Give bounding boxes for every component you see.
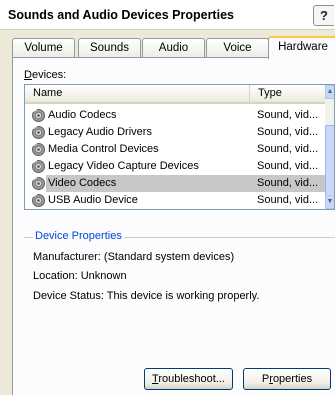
speaker-icon bbox=[32, 143, 45, 156]
tab-voice[interactable]: Voice bbox=[206, 38, 269, 58]
device-row[interactable]: Audio Codecs Sound, vid... bbox=[25, 107, 325, 124]
tab-volume[interactable]: Volume bbox=[12, 38, 75, 58]
device-status-text: Device Status: This device is working pr… bbox=[33, 290, 260, 302]
scroll-down-button[interactable]: ▼ bbox=[325, 195, 334, 209]
device-row[interactable]: Media Control Devices Sound, vid... bbox=[25, 141, 325, 158]
speaker-icon bbox=[32, 177, 45, 190]
device-name: USB Audio Device bbox=[48, 194, 138, 206]
device-properties-title: Device Properties bbox=[33, 230, 124, 242]
devices-list[interactable]: Name Type Audio Codecs Sound, vid... Legac… bbox=[24, 84, 335, 210]
devices-list-header: Name Type bbox=[25, 85, 325, 104]
manufacturer-text: Manufacturer: (Standard system devices) bbox=[33, 251, 235, 263]
tab-hardware[interactable]: Hardware bbox=[268, 36, 335, 59]
device-type: Sound, vid... bbox=[257, 126, 319, 138]
title-bar: Sounds and Audio Devices Properties ? bbox=[0, 0, 335, 30]
troubleshoot-button[interactable]: Troubleshoot... bbox=[144, 368, 233, 390]
window-title: Sounds and Audio Devices Properties bbox=[8, 8, 234, 22]
device-type: Sound, vid... bbox=[250, 175, 325, 192]
speaker-icon bbox=[32, 126, 45, 139]
speaker-icon bbox=[32, 160, 45, 173]
devices-list-scrollbar[interactable]: ▲ ▼ bbox=[325, 85, 334, 209]
help-button[interactable]: ? bbox=[313, 5, 334, 26]
location-text: Location: Unknown bbox=[33, 270, 127, 282]
device-name: Legacy Audio Drivers bbox=[48, 126, 152, 138]
device-type: Sound, vid... bbox=[257, 160, 319, 172]
column-header-name[interactable]: Name bbox=[25, 85, 250, 102]
device-type: Sound, vid... bbox=[257, 109, 319, 121]
devices-label: Devices: bbox=[24, 69, 67, 81]
device-row[interactable]: Video Codecs Sound, vid... bbox=[25, 175, 325, 192]
scroll-thumb[interactable] bbox=[325, 125, 334, 200]
device-row[interactable]: USB Audio Device Sound, vid... bbox=[25, 192, 325, 209]
device-type: Sound, vid... bbox=[257, 143, 319, 155]
properties-button[interactable]: Properties bbox=[243, 368, 331, 390]
device-name: Media Control Devices bbox=[48, 143, 159, 155]
speaker-icon bbox=[32, 109, 45, 122]
tab-sounds[interactable]: Sounds bbox=[78, 38, 141, 58]
device-row[interactable]: Legacy Video Capture Devices Sound, vid..… bbox=[25, 158, 325, 175]
device-name: Video Codecs bbox=[46, 175, 250, 192]
device-name: Legacy Video Capture Devices bbox=[48, 160, 199, 172]
devices-rows: Audio Codecs Sound, vid... Legacy Audio Dr… bbox=[25, 107, 325, 209]
tab-audio[interactable]: Audio bbox=[142, 38, 205, 58]
scroll-up-button[interactable]: ▲ bbox=[325, 85, 334, 99]
tab-strip: Volume Sounds Audio Voice Hardware bbox=[12, 36, 335, 59]
device-type: Sound, vid... bbox=[257, 194, 319, 206]
column-header-type[interactable]: Type bbox=[250, 85, 325, 102]
device-name: Audio Codecs bbox=[48, 109, 117, 121]
speaker-icon bbox=[32, 194, 45, 207]
device-row[interactable]: Legacy Audio Drivers Sound, vid... bbox=[25, 124, 325, 141]
